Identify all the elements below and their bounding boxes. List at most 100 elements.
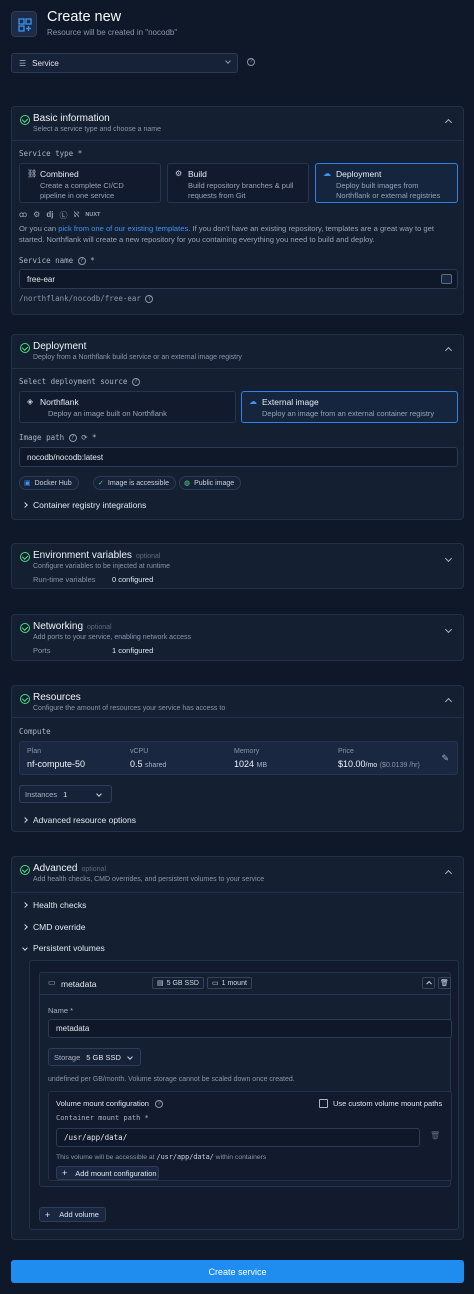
persistent-volumes-panel: ▭ metadata ▤ 5 GB SSD ▭ 1 mount 🗑 Name * m… <box>29 960 459 1230</box>
template-icon[interactable]: dj <box>46 210 53 221</box>
cloud-icon: ☁ <box>323 169 331 178</box>
chevron-down-icon <box>96 791 102 797</box>
section-title: Basic information <box>33 113 110 124</box>
mount-configuration-panel: Volume mount configuration ? Use custom … <box>48 1091 452 1181</box>
networking-header[interactable]: Networking optional Add ports to your ser… <box>12 615 463 645</box>
source-northflank[interactable]: ◈ Northflank Deploy an image built on No… <box>19 391 236 423</box>
help-icon: ? <box>77 257 86 265</box>
persistent-volumes-toggle[interactable]: Persistent volumes <box>22 943 105 953</box>
custom-paths-label[interactable]: Use custom volume mount paths <box>333 1099 442 1108</box>
tile-title: Combined <box>40 169 79 179</box>
help-icon[interactable]: ? <box>247 58 255 66</box>
chevron-up-icon[interactable] <box>444 697 453 706</box>
volume-header[interactable]: ▭ metadata ▤ 5 GB SSD ▭ 1 mount 🗑 <box>40 973 451 995</box>
advanced-resource-options-toggle[interactable]: Advanced resource options <box>22 815 136 825</box>
size-badge: ▤ 5 GB SSD <box>152 977 204 989</box>
memory-value: 1024 MB <box>234 759 268 769</box>
page-title: Create new <box>47 9 122 25</box>
deployment-card: Deployment Deploy from a Northflank buil… <box>11 334 464 520</box>
collapse-button[interactable] <box>422 977 435 989</box>
template-icons: ꝏ ⚙ dj Ⓛ ℵ NUXT <box>19 210 100 221</box>
health-checks-toggle[interactable]: Health checks <box>22 900 86 910</box>
type-build[interactable]: ⚙ Build Build repository branches & pull… <box>167 163 309 203</box>
refresh-icon[interactable]: ⟳ <box>81 433 87 442</box>
add-mount-configuration-button[interactable]: + Add mount configuration <box>56 1166 159 1180</box>
template-icon[interactable]: ℵ <box>73 210 79 221</box>
gear-icon: ⚙ <box>175 169 183 178</box>
tile-desc: Deploy built images from Northflank or ex… <box>336 181 441 200</box>
header-icon <box>11 11 37 37</box>
tile-title: External image <box>262 397 319 407</box>
env-value: 0 configured <box>112 575 154 584</box>
custom-paths-checkbox[interactable] <box>319 1099 328 1108</box>
northflank-icon: ◈ <box>27 397 34 406</box>
section-title: Deployment <box>33 341 87 352</box>
advanced-card: Advanced optional Add health checks, CMD … <box>11 856 464 1240</box>
template-icon[interactable]: Ⓛ <box>59 210 67 221</box>
chevron-up-icon[interactable] <box>444 118 453 127</box>
image-path-input[interactable]: nocodb/nocodb:latest <box>19 447 458 467</box>
networking-card: Networking optional Add ports to your ser… <box>11 614 464 661</box>
delete-icon[interactable]: 🗑 <box>438 977 451 989</box>
chevron-right-icon <box>22 502 28 508</box>
plan-value: nf-compute-50 <box>27 759 86 769</box>
docker-hub-chip: ▣ Docker Hub <box>19 476 79 490</box>
type-combined[interactable]: ⛓ Combined Create a complete CI/CD pipeli… <box>19 163 161 203</box>
compute-plan-panel[interactable]: Plan nf-compute-50 vCPU 0.5 shared Memor… <box>19 741 458 775</box>
vcpu-label: vCPU <box>130 748 149 755</box>
template-icon[interactable]: NUXT <box>85 210 100 221</box>
remove-mount-icon[interactable]: 🗑 <box>430 1131 440 1140</box>
section-subtitle: Deploy from a Northflank build service o… <box>33 354 242 361</box>
chevron-right-icon <box>22 924 28 930</box>
compute-label: Compute <box>19 727 51 736</box>
chevron-down-icon[interactable] <box>444 554 453 563</box>
section-subtitle: Select a service type and choose a name <box>33 126 162 133</box>
add-service-icon <box>18 18 32 32</box>
check-icon <box>20 115 30 125</box>
tile-desc: Create a complete CI/CD pipeline in one s… <box>40 181 124 200</box>
template-icon[interactable]: ꝏ <box>19 210 27 221</box>
chevron-down-icon <box>225 58 231 64</box>
check-icon: ✓ <box>98 480 104 487</box>
source-external-image[interactable]: ☁ External image Deploy an image from an… <box>241 391 458 423</box>
type-deployment[interactable]: ☁ Deployment Deploy built images from Nor… <box>315 163 458 203</box>
image-accessible-chip: ✓ Image is accessible <box>93 476 176 490</box>
networking-value: 1 configured <box>112 646 154 655</box>
env-header[interactable]: Environment variables optional Configure … <box>12 544 463 574</box>
cloud-icon: ☁ <box>249 397 257 406</box>
link-icon: ⛓ <box>27 169 38 178</box>
globe-icon: ◍ <box>184 480 191 487</box>
resources-header[interactable]: Resources Configure the amount of resour… <box>12 686 463 716</box>
edit-icon[interactable]: ✎ <box>441 753 449 764</box>
deployment-header[interactable]: Deployment Deploy from a Northflank buil… <box>12 335 463 365</box>
templates-link[interactable]: pick from one of our existing templates <box>58 224 188 233</box>
chevron-down-icon[interactable] <box>444 625 453 634</box>
environment-variables-card: Environment variables optional Configure … <box>11 543 464 589</box>
add-volume-button[interactable]: + Add volume <box>39 1207 106 1222</box>
random-name-icon[interactable] <box>441 274 452 284</box>
volume-name-label: Name * <box>48 1006 74 1015</box>
check-icon <box>20 343 30 353</box>
tile-desc: Build repository branches & pull requests… <box>188 181 294 200</box>
chevron-up-icon[interactable] <box>444 869 453 878</box>
section-title: Networking optional <box>33 621 112 632</box>
chevron-down-icon <box>22 945 28 951</box>
registry-integrations-toggle[interactable]: Container registry integrations <box>22 500 146 510</box>
service-name-label: Service name ? * <box>19 256 95 265</box>
mount-path-input[interactable]: /usr/app/data/ <box>56 1128 420 1147</box>
create-service-button[interactable]: Create service <box>11 1260 464 1283</box>
help-icon: ? <box>145 295 154 303</box>
section-subtitle: Configure variables to be injected at ru… <box>33 563 170 570</box>
basic-information-header[interactable]: Basic information Select a service type … <box>12 107 463 137</box>
volume-name-input[interactable]: metadata <box>48 1019 452 1038</box>
storage-select[interactable]: Storage 5 GB SSD <box>48 1048 141 1066</box>
instances-select[interactable]: Instances 1 <box>19 785 112 803</box>
chevron-up-icon[interactable] <box>444 346 453 355</box>
service-name-input[interactable]: free-ear <box>19 269 458 289</box>
cmd-override-toggle[interactable]: CMD override <box>22 922 85 932</box>
public-image-chip: ◍ Public image <box>179 476 242 490</box>
advanced-header[interactable]: Advanced optional Add health checks, CMD … <box>12 857 463 887</box>
template-icon[interactable]: ⚙ <box>33 210 40 221</box>
plus-icon: + <box>45 1209 51 1220</box>
resource-type-select[interactable]: ☰ Service <box>11 53 238 73</box>
